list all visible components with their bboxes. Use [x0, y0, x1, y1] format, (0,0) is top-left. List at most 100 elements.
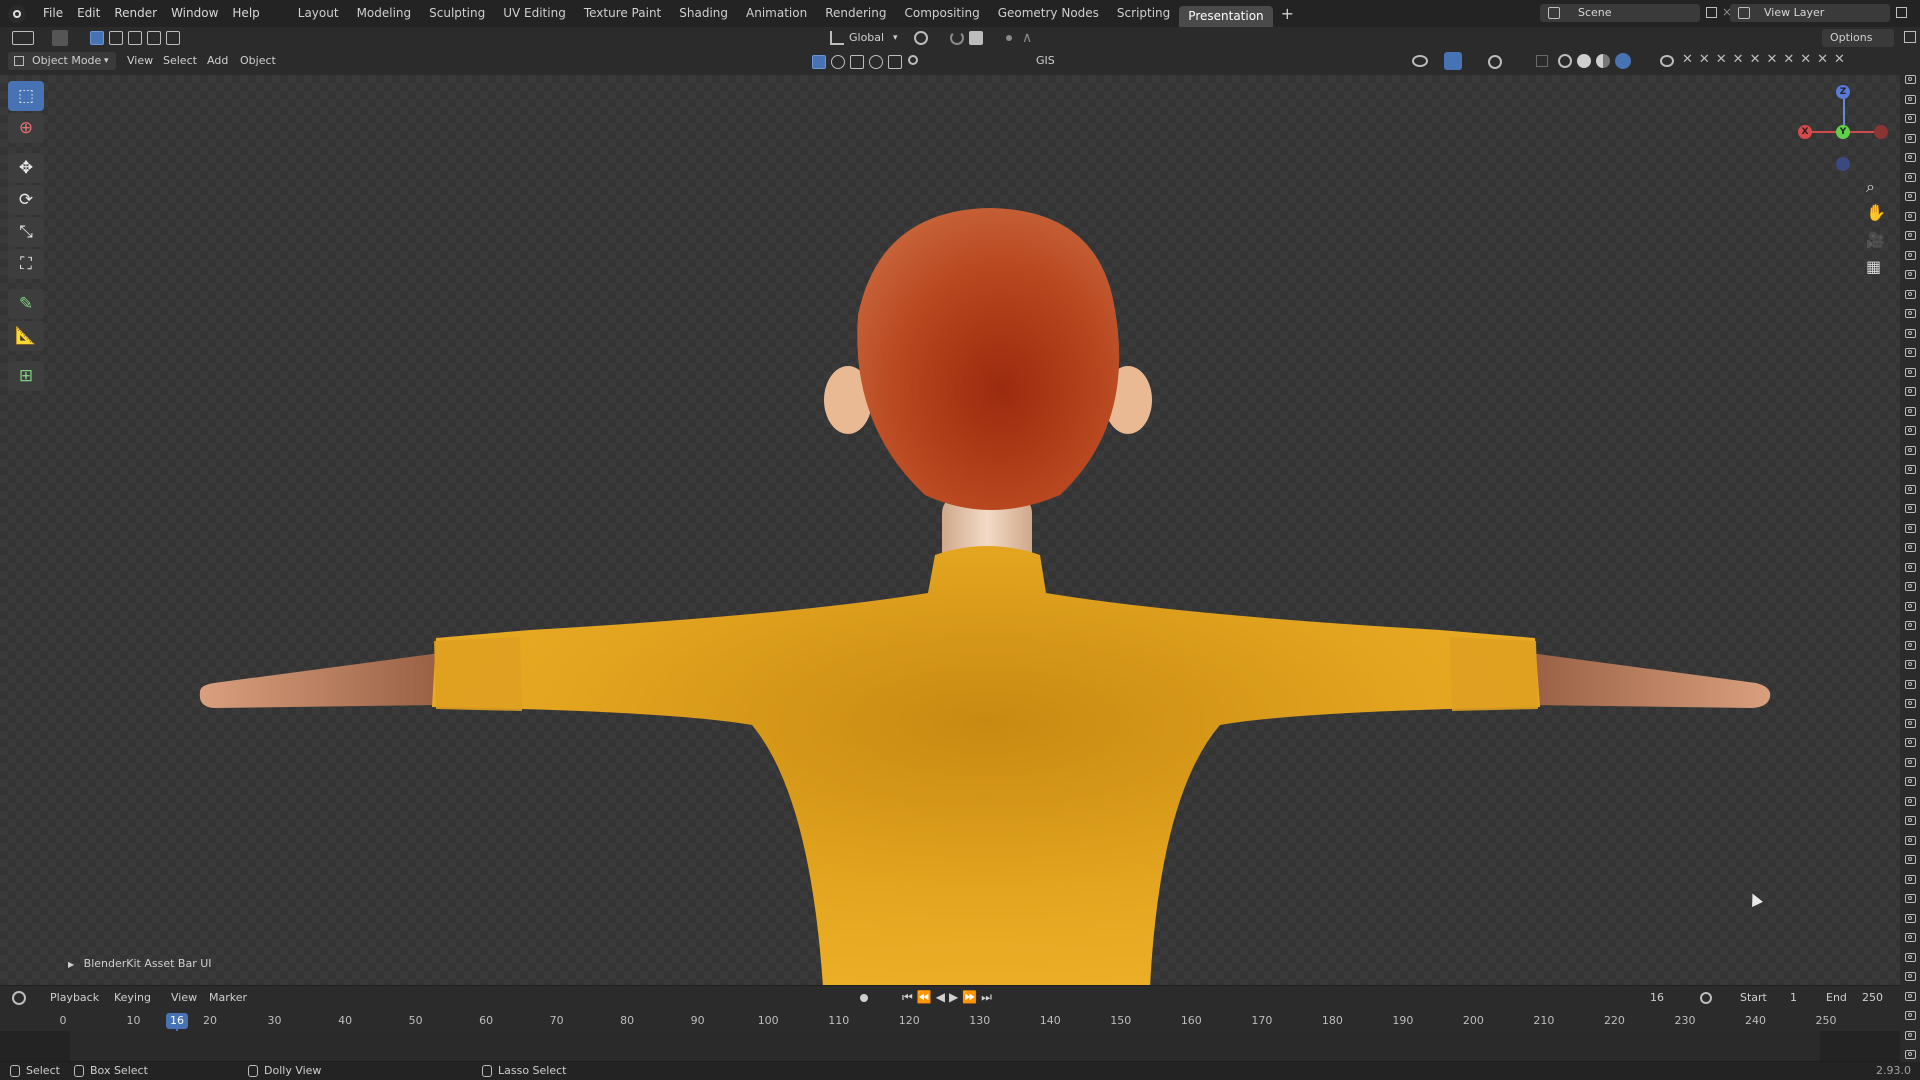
menu-edit[interactable]: Edit — [70, 0, 107, 27]
camera-icon[interactable] — [1905, 601, 1916, 611]
camera-icon[interactable] — [1905, 640, 1916, 650]
blenderkit-model-icon[interactable] — [812, 55, 826, 69]
camera-icon[interactable] — [1905, 894, 1916, 903]
camera-icon[interactable] — [1905, 777, 1916, 786]
menu-keying[interactable]: Keying — [114, 988, 151, 1008]
playback-controls[interactable]: ⏮⏪◀▶⏩⏭ — [902, 987, 996, 1007]
view-layer-selector[interactable]: View Layer — [1730, 4, 1910, 22]
tab-rendering[interactable]: Rendering — [816, 0, 895, 27]
camera-icon[interactable] — [1905, 718, 1916, 728]
tab-modeling[interactable]: Modeling — [348, 0, 421, 27]
camera-icon[interactable] — [1905, 757, 1916, 767]
snap-icon[interactable] — [950, 31, 964, 45]
cursor-tool[interactable]: ⊕ — [8, 113, 44, 143]
camera-icon[interactable] — [1905, 426, 1916, 435]
camera-icon[interactable] — [1905, 855, 1916, 864]
pivot-icon[interactable] — [914, 31, 928, 45]
character-model[interactable] — [0, 75, 1900, 987]
3d-viewport[interactable]: ⬚ ⊕ ✥ ⟳ ⤡ ⛶ ✎ 📐 ⊞ Z X Y ⌕ ✋ 🎥 ▦ ▶ Blende… — [0, 75, 1900, 987]
playhead[interactable]: 16 — [166, 1013, 188, 1029]
scene-name-field[interactable]: Scene — [1540, 4, 1700, 22]
pan-hand-icon[interactable]: ✋ — [1866, 203, 1886, 222]
menu-window[interactable]: Window — [164, 0, 225, 27]
annotate-tool[interactable]: ✎ — [8, 289, 44, 319]
scene-selector[interactable]: Scene × — [1540, 4, 1732, 22]
snap-element-icon[interactable] — [969, 31, 983, 45]
menu-select[interactable]: Select — [163, 51, 197, 71]
tab-uv-editing[interactable]: UV Editing — [494, 0, 575, 27]
gizmo-toggle-icon[interactable] — [1444, 52, 1462, 70]
new-scene-icon[interactable] — [1706, 7, 1717, 18]
transform-orientation-dropdown[interactable]: Global — [849, 28, 884, 48]
solid-shading-icon[interactable] — [1577, 54, 1591, 68]
camera-icon[interactable] — [1905, 445, 1916, 455]
proportional-edit-icon[interactable] — [1006, 35, 1012, 41]
select-subtract-icon[interactable] — [128, 31, 142, 45]
tab-layout[interactable]: Layout — [289, 0, 348, 27]
properties-toggle-icon[interactable] — [1904, 31, 1916, 43]
falloff-icon[interactable]: ∧ — [1022, 28, 1032, 48]
transform-tool[interactable]: ⛶ — [8, 249, 44, 279]
camera-icon[interactable] — [1905, 699, 1916, 708]
camera-icon[interactable] — [1905, 348, 1916, 357]
view-layer-field[interactable]: View Layer — [1730, 4, 1890, 22]
menu-file[interactable]: File — [36, 0, 70, 27]
camera-icon[interactable] — [1905, 309, 1916, 318]
camera-icon[interactable] — [1905, 192, 1916, 201]
camera-icon[interactable] — [1905, 796, 1916, 806]
select-extend-icon[interactable] — [109, 31, 123, 45]
select-box-tool[interactable]: ⬚ — [8, 81, 44, 111]
record-icon[interactable] — [860, 994, 868, 1002]
tab-texture-paint[interactable]: Texture Paint — [575, 0, 670, 27]
menu-view[interactable]: View — [127, 51, 153, 71]
menu-render[interactable]: Render — [107, 0, 164, 27]
camera-icon[interactable] — [1905, 972, 1916, 981]
menu-timeline-view[interactable]: View — [171, 988, 197, 1008]
blenderkit-hdr-icon[interactable] — [850, 55, 864, 69]
new-view-layer-icon[interactable] — [1896, 7, 1907, 18]
camera-icon[interactable] — [1905, 211, 1916, 221]
menu-object[interactable]: Object — [240, 51, 276, 71]
mode-dropdown[interactable]: Object Mode ▾ — [8, 52, 116, 70]
current-frame-field[interactable]: 16 — [1650, 988, 1664, 1008]
camera-icon[interactable] — [1905, 172, 1916, 182]
camera-icon[interactable] — [1905, 75, 1916, 84]
camera-icon[interactable] — [1905, 660, 1916, 669]
blenderkit-panel-toggle[interactable]: ▶ BlenderKit Asset Bar UI — [68, 957, 212, 970]
add-workspace-icon[interactable]: + — [1273, 0, 1302, 27]
camera-icon[interactable] — [1905, 328, 1916, 338]
measure-tool[interactable]: 📐 — [8, 321, 44, 351]
camera-icon[interactable] — [1905, 523, 1916, 533]
tab-animation[interactable]: Animation — [737, 0, 816, 27]
gizmo-neg-z-axis[interactable] — [1836, 157, 1850, 171]
tab-compositing[interactable]: Compositing — [895, 0, 988, 27]
camera-icon[interactable] — [1905, 1030, 1916, 1040]
blenderkit-search-icon[interactable] — [908, 55, 918, 65]
gizmo-y-axis[interactable]: Y — [1836, 125, 1850, 139]
wireframe-shading-icon[interactable] — [1558, 54, 1572, 68]
overlays-icon[interactable] — [1488, 55, 1502, 69]
blenderkit-scene-icon[interactable] — [869, 55, 883, 69]
gizmo-neg-x-axis[interactable] — [1874, 125, 1888, 139]
start-frame-field[interactable]: 1 — [1790, 988, 1797, 1008]
camera-icon[interactable] — [1905, 270, 1916, 279]
rendered-shading-icon[interactable] — [1615, 53, 1631, 69]
gizmo-z-axis[interactable]: Z — [1836, 85, 1850, 99]
gis-menu[interactable]: GIS — [1036, 51, 1055, 71]
camera-icon[interactable] — [1905, 133, 1916, 143]
camera-icon[interactable] — [1905, 543, 1916, 552]
camera-icon[interactable] — [1905, 816, 1916, 825]
camera-icon[interactable] — [1905, 738, 1916, 747]
select-new-icon[interactable] — [90, 31, 104, 45]
tab-geometry-nodes[interactable]: Geometry Nodes — [989, 0, 1108, 27]
collection-toggle-icons[interactable]: ✕✕✕✕✕✕✕✕✕✕ — [1682, 52, 1851, 67]
camera-icon[interactable] — [1905, 406, 1916, 416]
scale-tool[interactable]: ⤡ — [8, 217, 44, 247]
visibility-icon[interactable] — [1412, 55, 1428, 67]
options-dropdown[interactable]: Options — [1822, 29, 1894, 47]
camera-icon[interactable] — [1905, 504, 1916, 513]
camera-view-icon[interactable]: 🎥 — [1866, 231, 1885, 249]
collection-toggles[interactable]: ✕✕✕✕✕✕✕✕✕✕ — [1682, 52, 1892, 72]
tab-presentation[interactable]: Presentation — [1179, 6, 1273, 27]
menu-help[interactable]: Help — [225, 0, 266, 27]
